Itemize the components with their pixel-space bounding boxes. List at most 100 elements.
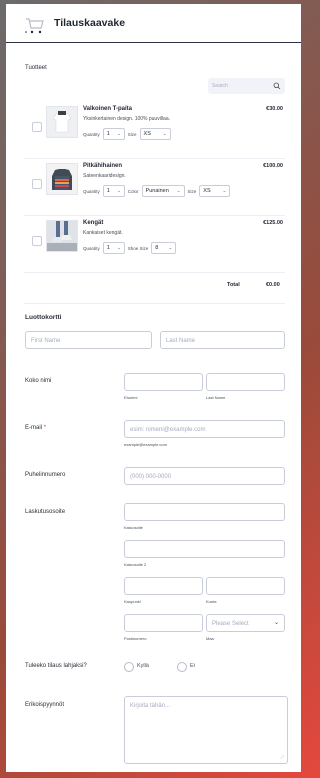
product-name: Pitkähihainen [83,163,123,169]
product-image-shoes [46,220,78,252]
last-name-input[interactable] [206,373,285,391]
chevron-down-icon: ⌄ [116,131,121,136]
product-checkbox[interactable] [32,179,42,189]
chevron-down-icon: ⌄ [116,245,121,250]
product-checkbox[interactable] [32,236,42,246]
gift-yes-label: Kyllä [137,663,149,669]
card-first-name-input[interactable]: First Name [25,331,152,349]
street-input[interactable] [124,503,285,521]
quantity-select[interactable]: 1 ⌄ [102,185,125,197]
special-requests-textarea[interactable]: Kirjoita tähän... ⟋ [124,696,288,764]
street2-sublabel: Katuosoite 2 [124,562,147,567]
size-value: XS [143,131,151,137]
size-select[interactable]: XS ⌄ [139,128,171,140]
required-mark: * [43,425,47,431]
form-header: Tilauskaavake [6,4,301,43]
color-select[interactable]: Punainen ⌄ [141,185,185,197]
region-sublabel: Kunta [206,599,217,604]
option-label-size: Size [127,131,137,137]
full-name-label: Koko nimi [25,378,52,384]
shoe-size-select[interactable]: 8 ⌄ [151,242,177,254]
order-form-card: Tilauskaavake Tuotteet Search Valkoinen … [6,4,301,772]
section-divider [24,303,285,304]
shoe-size-value: 8 [155,245,159,251]
placeholder: Kirjoita tähän... [130,702,171,709]
street-sublabel: Katuosoite [124,525,143,530]
product-description: Sateenkaaridesign. [83,173,126,179]
product-description: Kankaiset kengät. [83,230,123,236]
product-row: Pitkähihainen Sateenkaaridesign. €100.00… [24,159,285,216]
product-price: €30.00 [266,106,283,112]
email-label-text: E-mail [25,425,43,431]
placeholder: Please Select [212,620,249,627]
region-input[interactable] [206,577,285,595]
country-select[interactable]: Please Select ⌄ [206,614,285,632]
country-sublabel: Maa [206,636,214,641]
card-last-name-input[interactable]: Last Name [160,331,285,349]
zip-sublabel: Postinumero [124,636,147,641]
product-price: €100.00 [263,163,283,169]
product-name: Kengät [83,220,104,226]
phone-label: Puhelinnumero [25,472,66,478]
product-image-tshirt [46,106,78,138]
email-label: E-mail * [25,425,46,431]
resize-handle-icon[interactable]: ⟋ [280,755,284,761]
chevron-down-icon: ⌄ [273,620,279,626]
placeholder: First Name [31,337,61,344]
city-input[interactable] [124,577,203,595]
product-search-input[interactable]: Search [208,78,285,94]
product-description: Yksinkertainen design. 100% puuvillaa. [83,116,170,122]
last-name-sublabel: Last Name [206,395,226,400]
product-row: Kengät Kankaiset kengät. €125.00 Quantit… [24,216,285,273]
chevron-down-icon: ⌄ [116,188,121,193]
product-options: Quantity 1 ⌄ Shoe Size 8 ⌄ [83,241,177,255]
street2-input[interactable] [124,540,285,558]
quantity-select[interactable]: 1 ⌄ [102,242,125,254]
product-options: Quantity 1 ⌄ Size XS ⌄ [83,127,171,141]
product-image-sweater [46,163,78,195]
zip-input[interactable] [124,614,203,632]
placeholder: (000) 000-0000 [130,473,172,480]
search-icon[interactable] [273,82,281,90]
product-options: Quantity 1 ⌄ Color Punainen ⌄ Size XS ⌄ [83,184,231,198]
special-requests-label: Erikoispyynnöt [25,702,65,708]
option-label-size: Size [187,188,197,194]
address-label: Laskutusosoite [25,509,66,515]
size-select[interactable]: XS ⌄ [199,185,231,197]
size-value: XS [203,188,211,194]
form-title: Tilauskaavake [54,17,126,29]
total-value: €0.00 [266,282,280,288]
option-label-quantity: Quantity [83,188,100,194]
option-label-quantity: Quantity [83,245,100,251]
gift-yes-radio[interactable] [124,662,134,672]
option-label-shoe-size: Shoe Size [127,245,149,251]
email-sublabel: example@example.com [124,442,167,447]
cart-icon [25,18,44,34]
city-sublabel: Kaupunki [124,599,141,604]
chevron-down-icon: ⌄ [168,245,173,250]
email-input[interactable]: esim: nimeni@example.com [124,420,285,438]
gift-no-radio[interactable] [177,662,187,672]
search-placeholder: Search [212,83,228,89]
product-name: Valkoinen T-paita [83,106,133,112]
color-value: Punainen [145,188,169,194]
gift-no-label: Ei [190,663,195,669]
quantity-value: 1 [106,245,110,251]
chevron-down-icon: ⌄ [222,188,227,193]
first-name-input[interactable] [124,373,203,391]
option-label-color: Color [127,188,139,194]
phone-input[interactable]: (000) 000-0000 [124,467,285,485]
placeholder: Last Name [166,337,196,344]
product-row: Valkoinen T-paita Yksinkertainen design.… [24,102,285,159]
quantity-value: 1 [106,188,110,194]
gift-label: Tuleeko tilaus lahjaksi? [25,663,87,669]
quantity-select[interactable]: 1 ⌄ [102,128,125,140]
first-name-sublabel: Etunimi [124,395,138,400]
placeholder: esim: nimeni@example.com [130,426,206,433]
quantity-value: 1 [106,131,110,137]
total-label: Total [227,282,240,288]
product-checkbox[interactable] [32,122,42,132]
chevron-down-icon: ⌄ [176,188,181,193]
option-label-quantity: Quantity [83,131,100,137]
credit-card-heading: Luottokortti [25,314,62,321]
